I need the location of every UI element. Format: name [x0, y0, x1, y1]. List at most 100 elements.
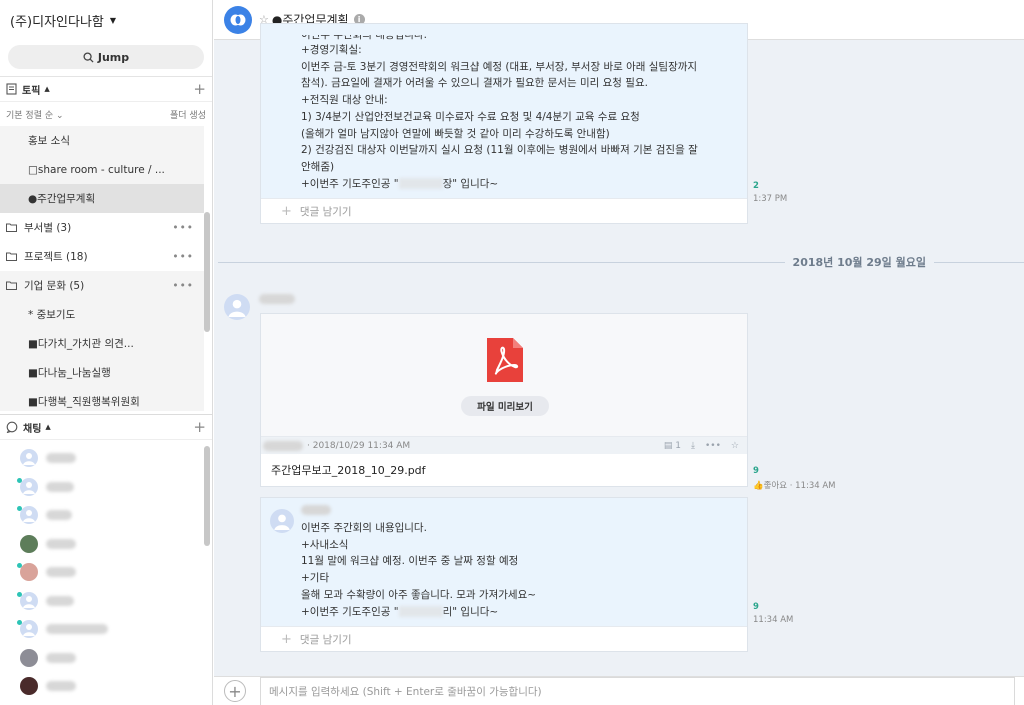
file-card: 파일 미리보기 · 2018/10/29 11:34 AM ▤ 1 ⤓ ••• …	[260, 313, 748, 487]
online-indicator	[17, 506, 22, 511]
chat-item[interactable]	[0, 644, 204, 673]
folder-item[interactable]: 기업 문화 (5) •••	[0, 271, 204, 300]
avatar	[20, 620, 38, 639]
message-line: +이번주 기도주인공 " 장" 입니다~	[301, 177, 499, 190]
message-line: 이번주 금-토 3분기 경영전략회의 워크샵 예정 (대표, 부서장, 부서장 …	[301, 60, 698, 73]
avatar[interactable]	[224, 294, 250, 320]
sender-name	[259, 294, 295, 304]
chat-item[interactable]	[0, 473, 204, 502]
message-body: 이번주 주간회의 내용입니다. +경영기획실: 이번주 금-토 3분기 경영전략…	[261, 24, 747, 199]
sort-dropdown[interactable]: 기본 정렬 순 ⌄	[6, 108, 64, 121]
avatar	[20, 563, 38, 582]
chat-scrollbar[interactable]	[204, 446, 210, 546]
jump-button[interactable]: Jump	[8, 45, 204, 69]
avatar[interactable]	[270, 509, 294, 533]
message-line: +사내소식	[301, 538, 349, 551]
folder-icon	[6, 252, 17, 261]
online-indicator	[17, 563, 22, 568]
like-icon[interactable]: 👍	[753, 481, 764, 491]
comment-button[interactable]: + 댓글 남기기	[261, 198, 747, 224]
message-meta: 9 11:34 AM	[753, 602, 793, 625]
date-label: 2018년 10월 29일 월요일	[792, 256, 926, 269]
comment-icon[interactable]: ▤ 1	[664, 441, 681, 451]
message-line: 안해줌)	[301, 160, 335, 173]
chat-section-header[interactable]: 채팅 ▲ +	[0, 414, 212, 440]
star-icon[interactable]: ☆	[731, 441, 739, 451]
timestamp: 11:34 AM	[753, 615, 794, 625]
chat-bubble-icon	[6, 421, 18, 433]
chat-list	[0, 444, 204, 705]
team-switcher[interactable]: (주)디자인다나함 ▼	[0, 0, 212, 40]
folder-item[interactable]: 프로젝트 (18) •••	[0, 242, 204, 271]
topic-item-active[interactable]: ●주간업무계획	[0, 184, 204, 213]
like-button[interactable]: 좋아요	[764, 481, 787, 491]
message-line: 1) 3/4분기 산업안전보건교육 미수료자 수료 요청 및 4/4분기 교육 …	[301, 110, 640, 123]
avatar	[20, 648, 38, 667]
online-indicator	[17, 620, 22, 625]
unread-count: 9	[753, 602, 759, 612]
topics-section-header[interactable]: 토픽 ▲ +	[0, 76, 212, 102]
add-chat-icon[interactable]: +	[193, 418, 206, 436]
more-icon[interactable]: •••	[172, 222, 194, 234]
folder-item[interactable]: 부서별 (3) •••	[0, 213, 204, 242]
message-line: 11월 말에 워크샵 예정. 이번주 중 날짜 정할 예정	[301, 555, 519, 568]
message-line: +전직원 대상 안내:	[301, 94, 388, 107]
caret-down-icon: ▼	[109, 15, 117, 25]
sidebar: (주)디자인다나함 ▼ Jump 토픽 ▲ + 기본 정렬 순 ⌄ 폴더 생성 …	[0, 0, 213, 705]
more-icon[interactable]: •••	[172, 251, 194, 263]
attach-plus-icon[interactable]: +	[224, 680, 246, 702]
message-line: 2) 건강검진 대상자 이번달까지 실시 요청 (11월 이후에는 병원에서 바…	[301, 144, 698, 157]
unread-count: 9	[753, 466, 759, 476]
message-composer: + 메시지를 입력하세요 (Shift + Enter로 줄바꿈이 가능합니다)	[214, 676, 1024, 705]
topic-list: 홍보 소식 □share room - culture / ... ●주간업무계…	[0, 126, 204, 411]
message-input[interactable]: 메시지를 입력하세요 (Shift + Enter로 줄바꿈이 가능합니다)	[260, 677, 1015, 705]
chat-item[interactable]	[0, 587, 204, 616]
search-icon	[83, 51, 94, 63]
message-card: 이번주 주간회의 내용입니다. +경영기획실: 이번주 금-토 3분기 경영전략…	[260, 23, 748, 225]
file-preview-button[interactable]: 파일 미리보기	[461, 396, 549, 416]
topic-item[interactable]: ■다행복_직원행복위원회	[0, 387, 204, 411]
topic-item[interactable]: □share room - culture / ...	[0, 155, 204, 184]
online-indicator	[17, 591, 22, 597]
avatar	[20, 506, 38, 525]
caret-up-icon: ▲	[44, 85, 50, 93]
file-name[interactable]: 주간업무보고_2018_10_29.pdf	[261, 454, 747, 486]
date-divider: 2018년 10월 29일 월요일	[218, 256, 1024, 269]
message-line: +기타	[301, 572, 330, 585]
file-meta: · 2018/10/29 11:34 AM ▤ 1 ⤓ ••• ☆	[261, 437, 747, 454]
chat-item[interactable]	[0, 615, 204, 644]
folder-open-icon	[6, 281, 17, 290]
create-folder-button[interactable]: 폴더 생성	[170, 108, 206, 121]
comment-button[interactable]: + 댓글 남기기	[261, 626, 747, 652]
topic-scrollbar[interactable]	[204, 212, 210, 332]
message-line: (올해가 얼마 남지않아 연말에 빠듯할 것 같아 미리 수강하도록 안내함)	[301, 127, 610, 140]
topic-item[interactable]: * 중보기도	[0, 300, 204, 329]
file-preview-area[interactable]: 파일 미리보기	[261, 314, 747, 437]
avatar	[20, 477, 38, 496]
chat-item[interactable]	[0, 530, 204, 559]
chat-item[interactable]	[0, 672, 204, 701]
topic-item[interactable]: ■다가치_가치관 의견...	[0, 329, 204, 358]
timestamp: · 11:34 AM	[789, 481, 836, 491]
message-meta: 2 1:37 PM	[753, 181, 787, 204]
chat-item[interactable]	[0, 501, 204, 530]
avatar	[20, 591, 38, 610]
topic-item[interactable]: ■다나눔_나눔실행	[0, 358, 204, 387]
avatar	[20, 449, 38, 468]
message-line: 이번주 주간회의 내용입니다.	[301, 522, 427, 534]
main-panel: ☆ ●주간업무계획 i 이번주 주간회의 내용입니다. +경영기획실: 이번주 …	[214, 0, 1024, 705]
chat-item[interactable]	[0, 444, 204, 473]
topic-item[interactable]: 홍보 소식	[0, 126, 204, 155]
more-icon[interactable]: •••	[172, 280, 194, 292]
plus-icon: +	[281, 631, 292, 647]
chat-item[interactable]	[0, 558, 204, 587]
add-topic-icon[interactable]: +	[193, 80, 206, 98]
app-logo	[224, 5, 252, 34]
plus-icon: +	[281, 203, 292, 219]
more-icon[interactable]: •••	[705, 441, 721, 451]
pdf-file-icon	[487, 338, 523, 382]
message-body: 이번주 주간회의 내용입니다. +사내소식 11월 말에 워크샵 예정. 이번주…	[261, 498, 747, 627]
jump-label: Jump	[97, 50, 130, 64]
download-icon[interactable]: ⤓	[691, 441, 695, 451]
message-line: 올해 모과 수확량이 아주 좋습니다. 모과 가져가세요~	[301, 588, 537, 601]
